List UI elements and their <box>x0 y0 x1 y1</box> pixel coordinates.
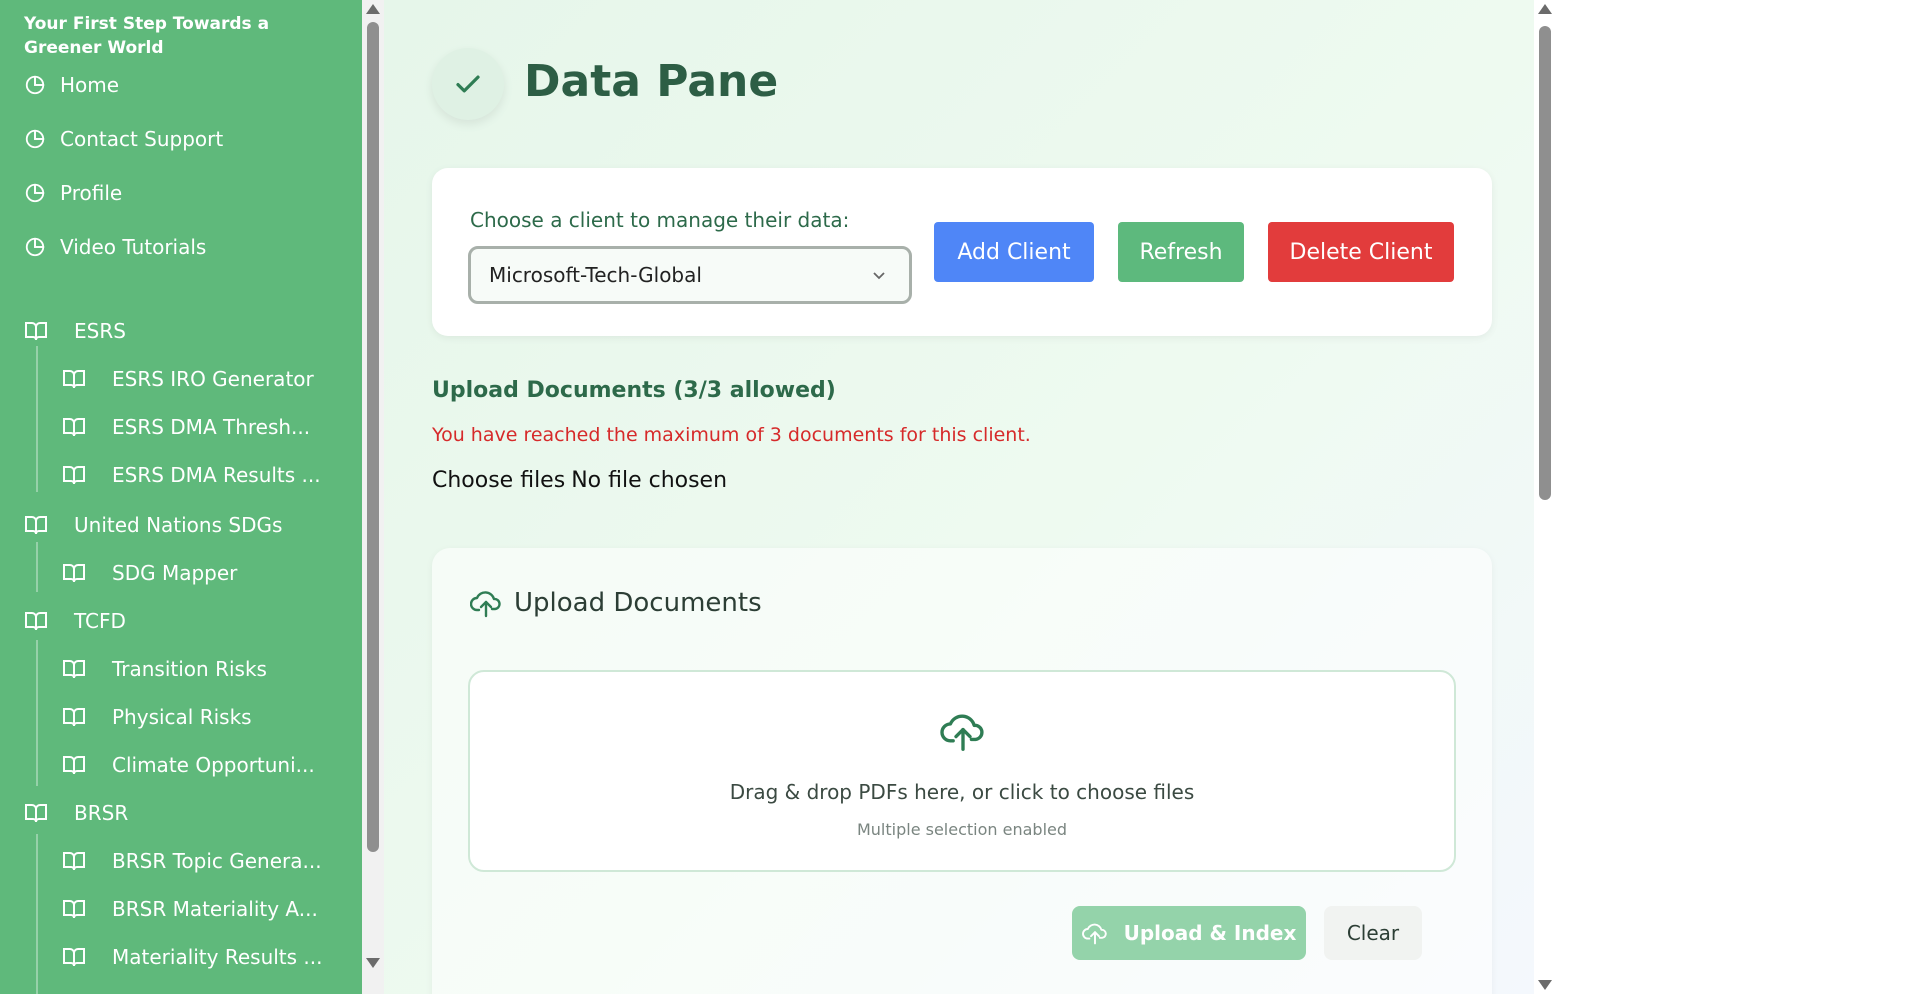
book-open-icon <box>63 564 85 583</box>
section-tcfd-label: TCFD <box>74 609 126 633</box>
tree-line <box>36 542 38 592</box>
chevron-down-icon <box>873 272 885 280</box>
section-brsr[interactable]: BRSR <box>24 796 128 830</box>
document-limit-message: You have reached the maximum of 3 docume… <box>432 424 1031 446</box>
book-open-icon <box>63 370 85 389</box>
sidebar-item-physical-risks[interactable]: Physical Risks <box>62 700 252 734</box>
sidebar: Your First Step Towards a Greener World … <box>0 0 362 994</box>
section-brsr-label: BRSR <box>74 801 129 825</box>
section-esrs-label: ESRS <box>74 319 126 343</box>
file-dropzone[interactable]: Drag & drop PDFs here, or click to choos… <box>468 670 1456 872</box>
book-open-icon <box>25 516 47 535</box>
page-scroll-down-arrow[interactable] <box>1538 980 1552 990</box>
pie-chart-icon <box>25 237 45 257</box>
sidebar-item-sdg-mapper[interactable]: SDG Mapper <box>62 556 237 590</box>
sidebar-item-label: ESRS DMA Thresh... <box>112 415 311 439</box>
clear-button[interactable]: Clear <box>1324 906 1422 960</box>
nav-contact-support-label: Contact Support <box>60 127 224 151</box>
tree-line <box>36 834 38 994</box>
page-scroll-up-arrow[interactable] <box>1538 4 1552 14</box>
section-tcfd[interactable]: TCFD <box>24 604 126 638</box>
nav-profile[interactable]: Profile <box>24 176 122 210</box>
sidebar-item-label: SDG Mapper <box>112 561 238 585</box>
check-icon <box>456 75 480 93</box>
refresh-button[interactable]: Refresh <box>1118 222 1244 282</box>
cloud-upload-icon <box>940 714 984 751</box>
sidebar-item-materiality-results[interactable]: Materiality Results ... <box>62 940 323 974</box>
upload-index-label: Upload & Index <box>1123 921 1297 945</box>
brand-tagline: Your First Step Towards a Greener World <box>24 14 270 58</box>
book-open-icon <box>63 466 85 485</box>
client-selector-card: Choose a client to manage their data: Mi… <box>432 168 1492 336</box>
upload-index-button[interactable]: Upload & Index <box>1072 906 1306 960</box>
upload-card-title-label: Upload Documents <box>514 588 762 618</box>
sidebar-scrollbar-thumb[interactable] <box>367 22 379 852</box>
add-client-button[interactable]: Add Client <box>934 222 1094 282</box>
choose-files-button[interactable]: Choose files <box>432 468 565 493</box>
sidebar-item-brsr-topic-generator[interactable]: BRSR Topic Genera... <box>62 844 322 878</box>
section-un-sdgs-label: United Nations SDGs <box>74 513 283 537</box>
book-open-icon <box>63 418 85 437</box>
sidebar-item-label: Physical Risks <box>112 705 252 729</box>
book-open-icon <box>63 756 85 775</box>
tree-line <box>36 640 38 786</box>
sidebar-item-esrs-dma-results[interactable]: ESRS DMA Results ... <box>62 458 321 492</box>
book-open-icon <box>63 852 85 871</box>
upload-card-title: Upload Documents <box>470 588 762 618</box>
sidebar-item-label: Materiality Results ... <box>112 945 323 969</box>
cloud-upload-icon <box>1081 923 1107 945</box>
pie-chart-icon <box>25 183 45 203</box>
sidebar-item-esrs-dma-threshold[interactable]: ESRS DMA Thresh... <box>62 410 310 444</box>
nav-profile-label: Profile <box>60 181 123 205</box>
upload-documents-heading: Upload Documents (3/3 allowed) <box>432 378 836 403</box>
book-open-icon <box>25 612 47 631</box>
dropzone-subtext: Multiple selection enabled <box>856 820 1068 839</box>
upload-documents-card: Upload Documents Drag & drop PDFs here, … <box>432 548 1492 994</box>
pie-chart-icon <box>25 75 45 95</box>
client-select-value: Microsoft-Tech-Global <box>489 263 702 287</box>
sidebar-scroll-up-arrow[interactable] <box>366 4 380 14</box>
book-open-icon <box>63 948 85 967</box>
book-open-icon <box>63 900 85 919</box>
section-esrs[interactable]: ESRS <box>24 314 126 348</box>
main-content: Data Pane Choose a client to manage thei… <box>384 0 1534 994</box>
sidebar-item-label: Transition Risks <box>112 657 267 681</box>
file-input-status: No file chosen <box>571 468 728 493</box>
file-input[interactable]: Choose files No file chosen <box>432 468 727 493</box>
tree-line <box>36 346 38 492</box>
section-un-sdgs[interactable]: United Nations SDGs <box>24 508 282 542</box>
book-open-icon <box>63 708 85 727</box>
sidebar-item-transition-risks[interactable]: Transition Risks <box>62 652 267 686</box>
sidebar-item-climate-opportunities[interactable]: Climate Opportuni... <box>62 748 315 782</box>
sidebar-item-label: ESRS IRO Generator <box>112 367 314 391</box>
sidebar-item-label: Climate Opportuni... <box>112 753 315 777</box>
book-open-icon <box>63 660 85 679</box>
sidebar-item-label: BRSR Topic Genera... <box>112 849 322 873</box>
sidebar-item-esrs-iro-generator[interactable]: ESRS IRO Generator <box>62 362 314 396</box>
app-root: Your First Step Towards a Greener World … <box>0 0 1918 994</box>
sidebar-item-label: ESRS DMA Results ... <box>112 463 321 487</box>
page-title: Data Pane <box>524 56 779 107</box>
delete-client-button[interactable]: Delete Client <box>1268 222 1454 282</box>
pie-chart-icon <box>25 129 45 149</box>
sidebar-item-label: BRSR Materiality A... <box>112 897 318 921</box>
dropzone-text: Drag & drop PDFs here, or click to choos… <box>729 780 1195 804</box>
book-open-icon <box>25 804 47 823</box>
nav-home[interactable]: Home <box>24 68 119 102</box>
nav-video-tutorials-label: Video Tutorials <box>60 235 207 259</box>
sidebar-scroll-down-arrow[interactable] <box>366 958 380 968</box>
client-select-label: Choose a client to manage their data: <box>470 208 850 232</box>
nav-video-tutorials[interactable]: Video Tutorials <box>24 230 206 264</box>
nav-contact-support[interactable]: Contact Support <box>24 122 223 156</box>
check-badge <box>432 48 504 120</box>
sidebar-item-brsr-materiality-assessment[interactable]: BRSR Materiality A... <box>62 892 318 926</box>
nav-home-label: Home <box>60 73 120 97</box>
cloud-upload-icon <box>470 591 501 618</box>
page-scrollbar-thumb[interactable] <box>1539 26 1551 500</box>
book-open-icon <box>25 322 47 341</box>
client-select[interactable]: Microsoft-Tech-Global <box>468 246 912 304</box>
